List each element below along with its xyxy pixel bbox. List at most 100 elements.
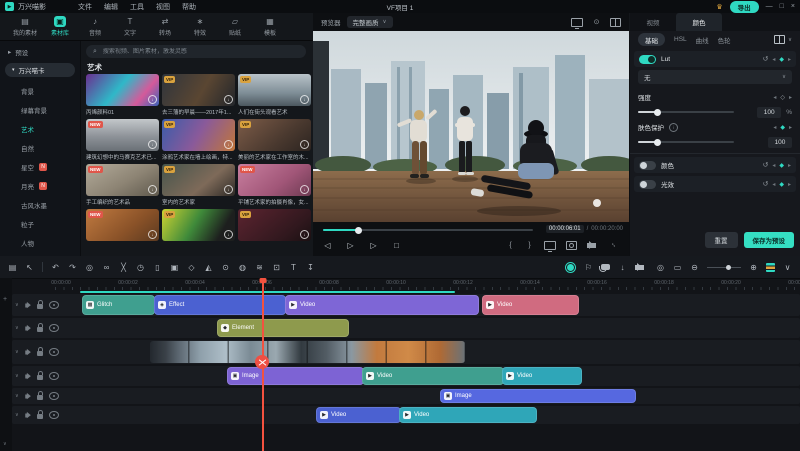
media-thumbnail[interactable]: VIP ↓ [238,74,311,106]
track-options-icon[interactable]: ∨ [15,349,19,355]
volume-icon[interactable] [587,241,596,249]
sidebar-category[interactable]: 绿幕背景 [0,100,80,119]
color-subtab[interactable]: 基础 [638,33,665,46]
download-icon[interactable]: ↓ [224,230,233,239]
keyframe-icon[interactable]: ◇ [187,263,196,272]
snapshot-icon[interactable]: ↧ [306,263,315,272]
color-subtab[interactable]: 曲线 [696,35,709,45]
media-item[interactable]: ↓ 丙烯颜料01 [86,74,159,116]
media-item[interactable]: NEW ↓ 建筑幻想中的马赛克艺术已... [86,119,159,161]
add-track-icon[interactable]: + [3,296,7,303]
menu-item[interactable]: 帮助 [182,2,196,12]
playhead-handle[interactable] [259,278,267,283]
sidebar-category[interactable]: 自然 [0,138,80,157]
divider[interactable] [42,262,43,272]
zoom-in-icon[interactable]: ⊕ [749,263,758,272]
next-frame-icon[interactable]: ▷ [369,241,378,250]
reset-button[interactable]: 重置 [704,232,738,248]
download-icon[interactable]: ↓ [148,230,157,239]
keyframe-prev-icon[interactable]: ◂ [772,181,775,188]
track-options-icon[interactable]: ∨ [15,412,19,418]
media-thumbnail[interactable]: VIP ↓ [238,209,311,241]
zoom-slider[interactable] [707,264,741,270]
track-options-icon[interactable]: ∨ [15,325,19,331]
hide-icon[interactable] [49,392,59,400]
minimize-button[interactable]: — [766,3,773,10]
chroma-key-icon[interactable]: ◭ [204,263,213,272]
chevron-down-icon[interactable]: ∨ [788,37,792,43]
menu-item[interactable]: 文件 [78,2,92,12]
sidebar-category[interactable]: 星空 N [0,157,80,176]
hide-icon[interactable] [49,301,59,309]
magnet-icon[interactable]: ◎ [85,263,94,272]
undo-icon[interactable]: ↶ [51,263,60,272]
mirror-icon[interactable]: ⊙ [592,18,601,26]
media-item[interactable]: VIP ↓ [238,209,311,251]
media-item[interactable]: NEW ↓ 手工编织的艺术品 [86,164,159,206]
strength-value[interactable]: 100 [757,106,782,118]
tab-color[interactable]: 颜色 [676,13,722,31]
sidebar-category[interactable]: 背景 [0,81,80,100]
collapse-tracks-icon[interactable]: ∨ [3,441,7,447]
prev-frame-icon[interactable]: ◁ [323,241,332,250]
seekbar-knob[interactable] [355,226,363,234]
record-screen-icon[interactable]: ⊡ [272,263,281,272]
fullscreen-icon[interactable]: ↔ [609,240,620,251]
hide-icon[interactable] [49,324,59,332]
keyframe-icon[interactable]: ◇ [780,94,785,101]
keyframe-next-icon[interactable]: ▸ [788,162,791,169]
clip-video[interactable]: ▶ Video [399,407,537,423]
media-item[interactable]: NEW ↓ 平铺艺术家的拍摄肖像，女... [238,164,311,206]
keyframe-icon[interactable]: ◆ [779,56,784,63]
mic-icon[interactable] [599,264,610,272]
clip-glitch[interactable]: ▩ Glitch [82,295,155,315]
media-item[interactable]: VIP ↓ 人们在街头观看艺术 [238,74,311,116]
mute-icon[interactable] [24,301,30,308]
mute-icon[interactable] [24,324,30,331]
clip-image[interactable]: ▣ Image [227,367,364,385]
mask-icon[interactable]: ◍ [238,263,247,272]
sidebar-category[interactable]: 古风水墨 [0,195,80,214]
tab-templates[interactable]: ▦ 模板 [253,16,287,37]
display-icon[interactable] [544,241,556,252]
sidebar-item-presets[interactable]: ▸ 预设 [8,47,80,57]
stop-icon[interactable]: □ [392,241,401,250]
keyframe-next-icon[interactable]: ▸ [789,124,792,131]
slider-knob[interactable] [654,138,662,146]
color-toggle[interactable] [639,160,656,170]
tab-audio[interactable]: ♪ 音频 [78,16,112,37]
current-time[interactable]: 00:00:06:01 [545,225,584,233]
keyframe-icon[interactable]: ◆ [779,162,784,169]
record-button[interactable] [565,261,576,273]
keyframe-icon[interactable]: ◆ [779,181,784,188]
export-button[interactable]: 导出 [729,0,759,13]
hide-icon[interactable] [49,372,59,380]
info-icon[interactable]: i [669,122,678,132]
media-item[interactable]: VIP ↓ 室内的艺术家 [162,164,235,206]
delete-icon[interactable]: ▯ [153,263,162,272]
compare-icon[interactable] [610,17,621,27]
clip-video[interactable]: ▶ Video [285,295,479,315]
download-icon[interactable]: ↓ [148,185,157,194]
menu-item[interactable]: 编辑 [104,2,118,12]
reset-icon[interactable]: ↺ [762,180,768,188]
download-icon[interactable]: ↓ [300,140,309,149]
hide-icon[interactable] [49,348,59,356]
track-options-icon[interactable]: ∨ [15,393,19,399]
link-icon[interactable]: ∞ [102,263,111,272]
preview-viewport[interactable] [313,31,629,222]
display-icon[interactable] [571,17,583,29]
color-subtab[interactable]: 色轮 [718,35,731,45]
locate-icon[interactable]: ◎ [656,263,665,272]
media-view-icon[interactable]: ▤ [8,263,17,272]
media-item[interactable]: VIP ↓ 涂鸦艺术家在墙上绘画，特... [162,119,235,161]
sidebar-category[interactable]: 艺术 [0,119,80,138]
media-thumbnail[interactable]: NEW ↓ [86,119,159,151]
light-toggle[interactable] [639,179,656,189]
search-input[interactable] [100,47,299,56]
hide-icon[interactable] [49,411,59,419]
menu-item[interactable]: 工具 [130,2,144,12]
clip-video[interactable]: ▶ Video [502,367,582,385]
skin-protect-slider[interactable] [638,138,734,146]
caret-icon[interactable]: ∨ [783,263,792,272]
